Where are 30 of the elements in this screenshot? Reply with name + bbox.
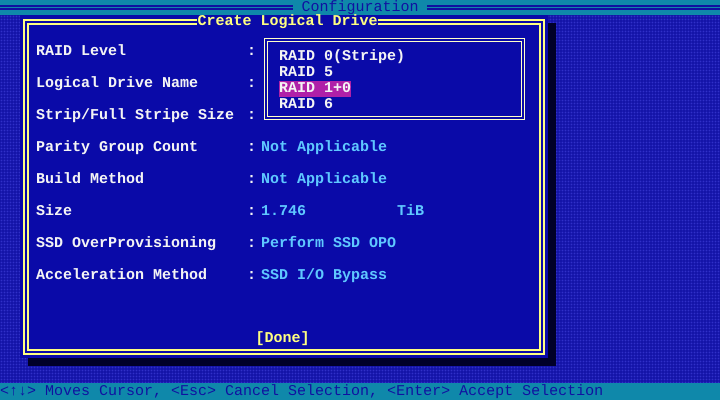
field-label: Strip/Full Stripe Size [36, 106, 236, 124]
field-label: Build Method [36, 170, 146, 188]
separator: : [247, 74, 258, 92]
key-help-text: <↑↓> Moves Cursor, <Esc> Cancel Selection, <Enter> Accept Selection [0, 383, 604, 400]
field-value[interactable]: Not Applicable [261, 138, 388, 156]
separator: : [247, 202, 258, 220]
separator: : [247, 234, 258, 252]
field-value[interactable]: Perform SSD OPO [261, 234, 396, 252]
raid-option[interactable]: RAID 1+0 [279, 81, 352, 97]
unit-label: TiB [397, 202, 424, 220]
separator: : [247, 170, 258, 188]
field-label: Parity Group Count [36, 138, 200, 156]
field-label: Acceleration Method [36, 266, 208, 284]
field-label: Logical Drive Name [36, 74, 200, 92]
screen-title: Configuration [301, 0, 419, 15]
raid-option[interactable]: RAID 0(Stripe) [279, 49, 406, 65]
raid-option[interactable]: RAID 5 [279, 65, 334, 81]
field-label: RAID Level [36, 42, 128, 60]
field-label: SSD OverProvisioning [36, 234, 218, 252]
field-value[interactable]: Not Applicable [261, 170, 388, 188]
field-value[interactable]: SSD I/O Bypass [261, 266, 388, 284]
separator: : [247, 266, 258, 284]
field-value[interactable]: 1.746 [261, 202, 397, 220]
separator: : [247, 42, 258, 60]
done-button[interactable]: [Done] [255, 330, 310, 347]
separator: : [247, 106, 258, 124]
field-label: Size [36, 202, 74, 220]
separator: : [247, 138, 258, 156]
dialog-title: Create Logical Drive [197, 15, 378, 29]
raid-option[interactable]: RAID 6 [279, 97, 334, 113]
